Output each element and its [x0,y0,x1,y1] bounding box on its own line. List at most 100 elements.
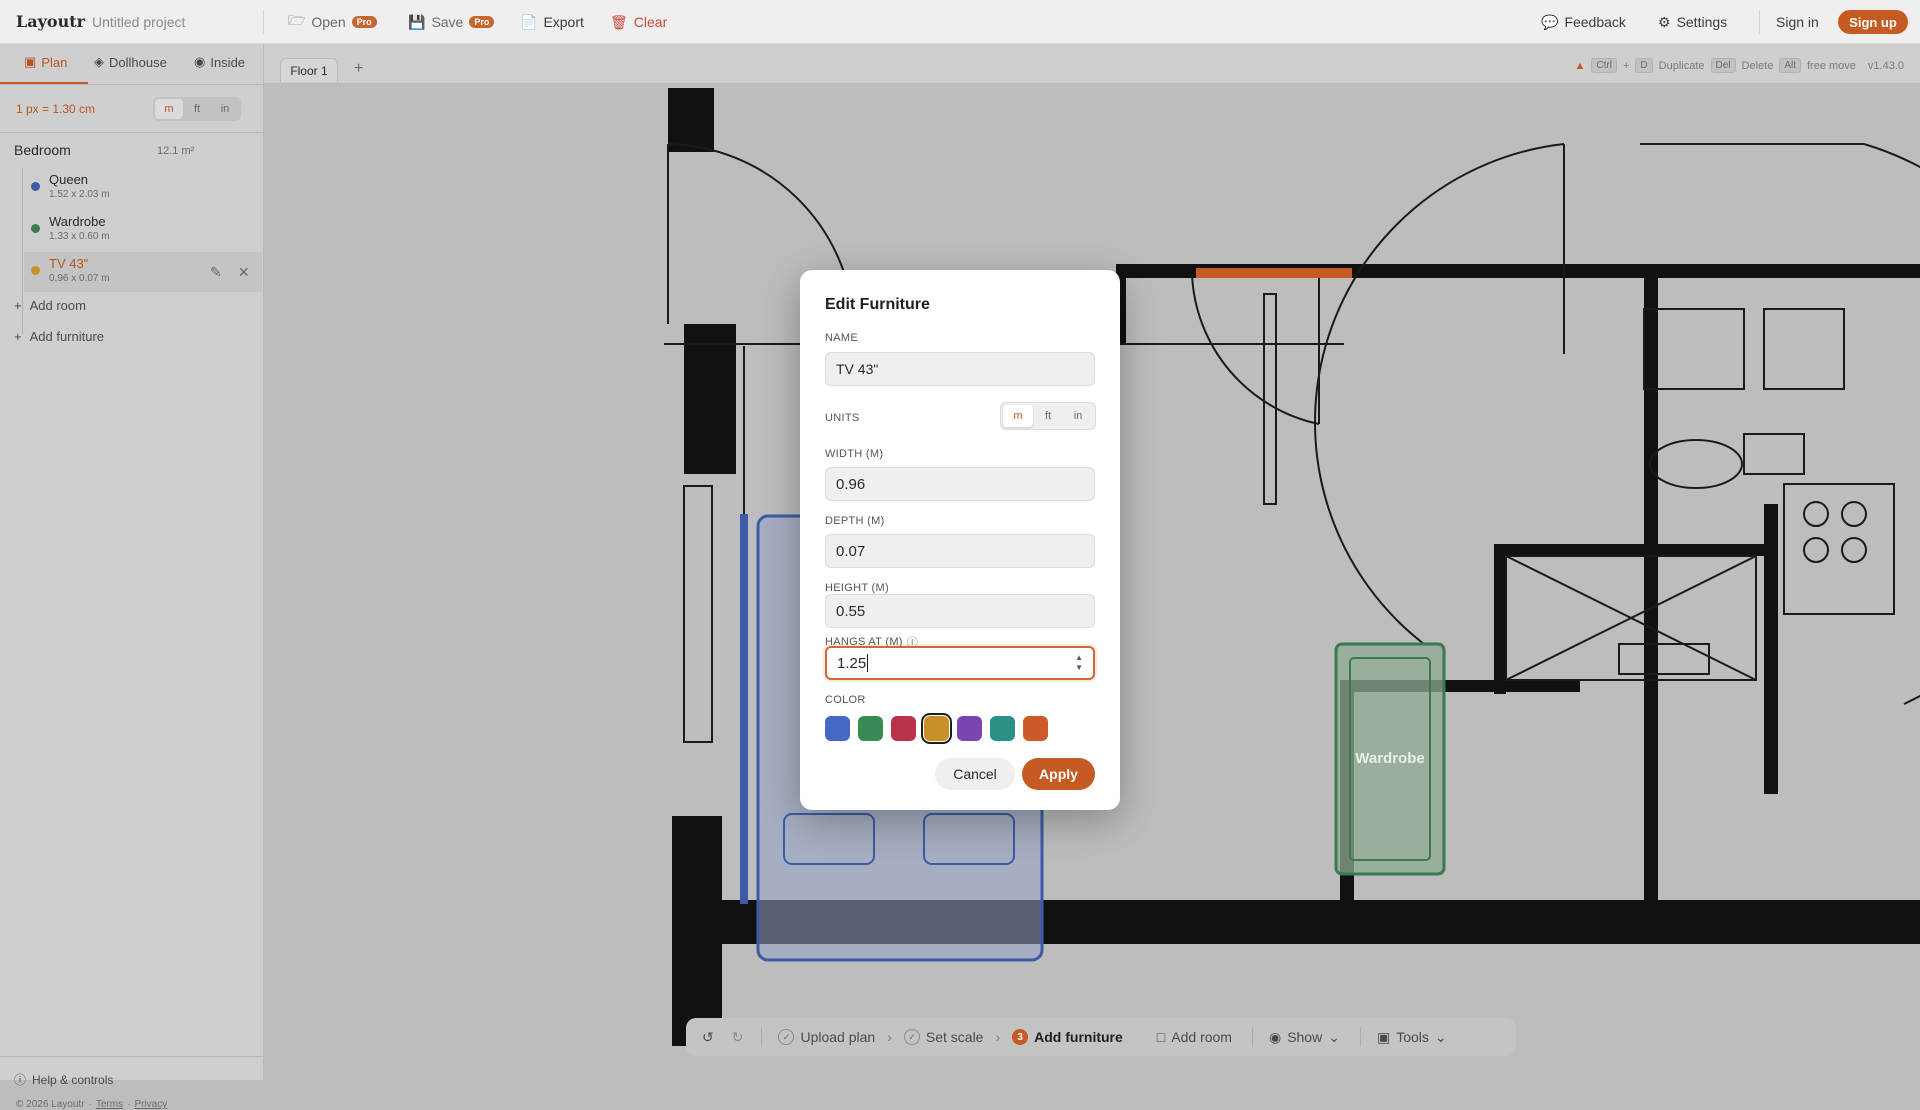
floor-toolbar: Floor 1 + ▲ Ctrl + D Duplicate Del Delet… [264,44,1920,84]
plus-icon: + [14,329,22,344]
height-input[interactable]: 0.55 [825,594,1095,628]
app-logo: Layoutr [16,12,86,31]
sign-up-button[interactable]: Sign up [1838,10,1908,34]
divider [0,132,264,133]
close-icon[interactable]: ✕ [238,264,250,281]
color-swatch-red[interactable] [891,716,916,741]
free-move-hint: free move [1806,59,1856,72]
chat-icon: 💬 [1541,13,1559,30]
footer-links: © 2026 Layoutr · Terms · Privacy [16,1099,168,1110]
eye-icon: ◉ [1268,1028,1282,1045]
camera-icon: ◉ [194,54,206,69]
add-floor-button[interactable]: + [354,60,363,78]
unit-in-button[interactable]: in [1063,405,1093,427]
show-dropdown[interactable]: ◉ Show ⌄ [1269,1029,1340,1046]
floor-tab[interactable]: Floor 1 [280,58,338,82]
divider [0,1056,264,1057]
project-name[interactable]: Untitled project [92,14,185,30]
toolbox-icon: ▣ [1376,1028,1391,1045]
number-spinner[interactable]: ▲ ▼ [1075,653,1083,673]
hangs-at-input[interactable]: 1.25 ▲ ▼ [825,646,1095,680]
edit-furniture-dialog: Edit Furniture NAME TV 43" UNITS m ft in… [800,270,1120,810]
color-swatch-green[interactable] [858,716,883,741]
settings-button[interactable]: ⚙ Settings [1658,12,1727,32]
pro-badge: Pro [351,16,377,28]
window [1263,293,1277,505]
unit-toggle: m ft in [153,97,241,121]
unit-in-button[interactable]: in [211,99,239,119]
step-upload-plan[interactable]: ✓ Upload plan [778,1029,875,1045]
furniture-item-wardrobe[interactable]: Wardrobe 1.33 x 0.60 m [24,210,262,250]
furniture-name: TV 43" [49,256,89,271]
header-divider [263,10,264,34]
privacy-link[interactable]: Privacy [134,1099,167,1110]
furniture-name: Wardrobe [49,214,106,229]
save-button[interactable]: 💾 Save Pro [408,12,495,32]
edit-icon[interactable]: ✎ [210,264,222,281]
step-set-scale[interactable]: ✓ Set scale [903,1029,983,1045]
undo-icon[interactable]: ↺ [702,1029,714,1046]
text-caret [867,654,869,672]
tab-dollhouse[interactable]: ◈ Dollhouse [94,54,167,70]
toilet [1649,439,1743,489]
furniture-dims: 0.96 x 0.07 m [49,273,110,284]
sign-in-button[interactable]: Sign in [1776,12,1819,32]
add-room-tool[interactable]: □ Add room [1157,1029,1232,1045]
color-swatch-teal[interactable] [990,716,1015,741]
kbd-del: Del [1710,58,1736,73]
window [683,485,713,743]
color-swatch-orange[interactable] [1023,716,1048,741]
header-divider [1759,10,1760,34]
furniture-item-tv[interactable]: TV 43" 0.96 x 0.07 m ✎ ✕ [24,252,262,292]
room-name[interactable]: Bedroom [14,142,71,158]
width-input[interactable]: 0.96 [825,467,1095,501]
tv-43-furniture [1196,268,1352,278]
terms-link[interactable]: Terms [96,1099,123,1110]
unit-m-button[interactable]: m [155,99,183,119]
clear-button[interactable]: 🗑 Clear [610,12,667,32]
cancel-button[interactable]: Cancel [935,758,1015,790]
add-furniture-button[interactable]: + Add furniture [14,329,104,344]
furniture-item-queen[interactable]: Queen 1.52 x 2.03 m [24,168,262,208]
open-button[interactable]: 🗁 Open Pro [288,12,377,32]
chevron-right-icon: › [887,1029,892,1045]
folder-icon: 🗁 [288,12,306,28]
version-label: v1.43.0 [1867,59,1904,72]
check-icon: ✓ [903,1029,920,1045]
unit-ft-button[interactable]: ft [183,99,211,119]
unit-ft-button[interactable]: ft [1033,405,1063,427]
copyright-text: © 2026 Layoutr [16,1099,85,1110]
add-room-button[interactable]: + Add room [14,298,86,313]
sink [1763,308,1845,390]
gear-icon: ⚙ [1658,13,1671,30]
export-button[interactable]: 📄 Export [520,12,584,32]
wardrobe-label: Wardrobe [1355,750,1425,767]
units-toggle: m ft in [1000,402,1096,430]
apply-button[interactable]: Apply [1022,758,1095,790]
sink [1643,308,1745,390]
top-header: Layoutr Untitled project 🗁 Open Pro 💾 Sa… [0,0,1920,44]
furniture-name: Queen [49,172,89,187]
color-swatch-purple[interactable] [957,716,982,741]
unit-m-button[interactable]: m [1003,405,1033,427]
wall-highlight [740,514,748,904]
color-label: COLOR [825,694,866,706]
tools-dropdown[interactable]: ▣ Tools ⌄ [1377,1029,1447,1046]
spinner-down-icon[interactable]: ▼ [1075,663,1083,673]
square-icon: □ [1156,1029,1166,1045]
color-swatch-blue[interactable] [825,716,850,741]
feedback-button[interactable]: 💬 Feedback [1541,12,1626,32]
name-label: NAME [825,332,858,344]
redo-icon[interactable]: ↻ [732,1029,744,1046]
file-icon: 📄 [520,13,538,30]
cube-icon: ◈ [94,54,104,69]
tab-plan[interactable]: ▣ Plan [24,54,67,70]
color-dot [31,182,40,191]
depth-input[interactable]: 0.07 [825,534,1095,568]
name-input[interactable]: TV 43" [825,352,1095,386]
step-add-furniture[interactable]: 3 Add furniture [1012,1029,1123,1045]
spinner-up-icon[interactable]: ▲ [1075,653,1083,663]
tab-inside[interactable]: ◉ Inside [194,54,245,70]
color-swatch-gold[interactable] [921,713,952,744]
furniture-dims: 1.33 x 0.60 m [49,231,110,242]
